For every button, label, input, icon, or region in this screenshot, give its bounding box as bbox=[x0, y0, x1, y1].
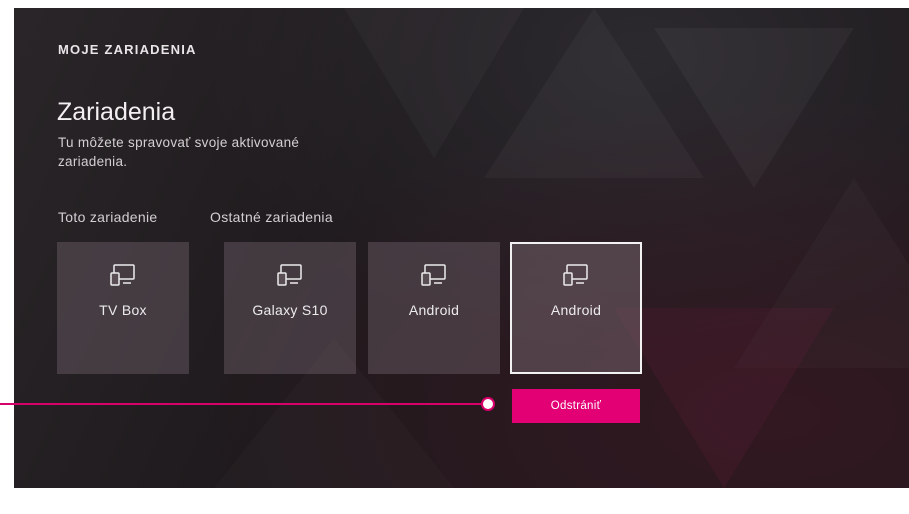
device-name: TV Box bbox=[99, 302, 147, 318]
bg-triangle bbox=[614, 308, 834, 488]
callout-line bbox=[0, 403, 487, 405]
this-device-label: Toto zariadenie bbox=[58, 209, 158, 225]
section-title: MOJE ZARIADENIA bbox=[58, 42, 197, 57]
devices-icon bbox=[563, 264, 588, 286]
device-name: Android bbox=[408, 302, 460, 318]
device-tile-android-selected[interactable]: Android bbox=[510, 242, 642, 374]
tv-screen: MOJE ZARIADENIA Zariadenia Tu môžete spr… bbox=[14, 8, 909, 488]
bg-triangle bbox=[654, 28, 854, 188]
other-devices-label: Ostatné zariadenia bbox=[210, 209, 333, 225]
device-tile-tv-box[interactable]: TV Box bbox=[57, 242, 189, 374]
device-name: Android bbox=[550, 302, 602, 318]
device-name: Galaxy S10 bbox=[252, 302, 328, 318]
devices-icon bbox=[421, 264, 446, 286]
devices-icon bbox=[277, 264, 302, 286]
callout-dot bbox=[481, 397, 495, 411]
page-title: Zariadenia bbox=[57, 98, 176, 126]
page-description: Tu môžete spravovať svoje aktivované zar… bbox=[58, 135, 300, 169]
device-tile-galaxy-s10[interactable]: Galaxy S10 bbox=[224, 242, 356, 374]
device-tile-android[interactable]: Android bbox=[368, 242, 500, 374]
remove-device-button[interactable]: Odstrániť bbox=[512, 389, 640, 423]
devices-icon bbox=[110, 264, 135, 286]
